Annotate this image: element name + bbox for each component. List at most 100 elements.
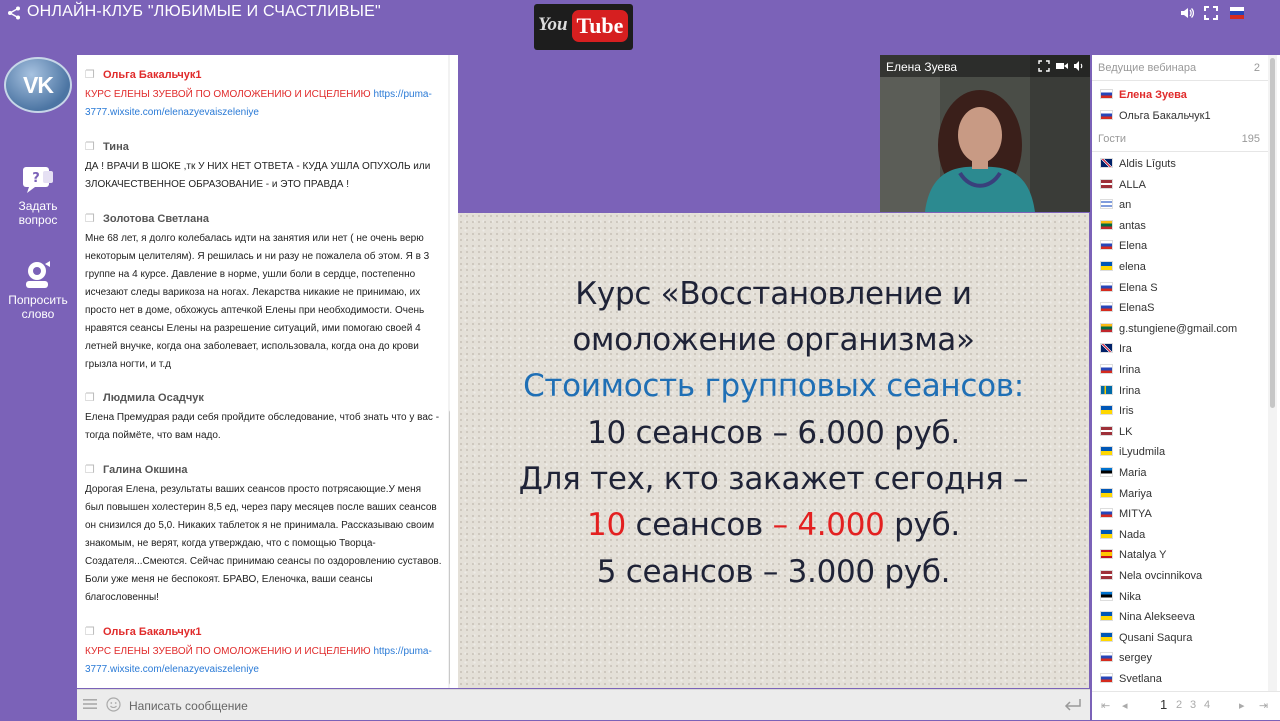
participant-guest[interactable]: g.stungiene@gmail.com bbox=[1100, 322, 1237, 343]
quote-icon[interactable]: ❐ bbox=[85, 391, 97, 405]
participant-guest[interactable]: Aldis Līguts bbox=[1100, 158, 1176, 178]
slide-line-5: Для тех, кто закажет сегодня – bbox=[518, 461, 1029, 497]
fullscreen-icon[interactable] bbox=[1203, 5, 1219, 21]
ask-question-button[interactable]: ? Задать вопрос bbox=[0, 165, 76, 227]
quote-icon[interactable]: ❐ bbox=[85, 463, 97, 477]
svg-text:?: ? bbox=[32, 171, 40, 186]
flag-es-icon bbox=[1100, 549, 1113, 560]
request-word-label-2: слово bbox=[21, 307, 55, 321]
participant-guest[interactable]: MITYA bbox=[1100, 508, 1152, 528]
participant-guest[interactable]: elena bbox=[1100, 261, 1146, 281]
message-author[interactable]: Ольга Бакальчук1 bbox=[103, 69, 201, 81]
participant-name: Irina bbox=[1119, 384, 1141, 397]
volume-icon[interactable] bbox=[1179, 5, 1195, 21]
first-page-icon[interactable]: ⇤ bbox=[1101, 699, 1110, 712]
flag-gb-icon bbox=[1100, 158, 1113, 168]
participant-guest[interactable]: Mariya bbox=[1100, 487, 1152, 508]
menu-icon[interactable] bbox=[83, 698, 97, 710]
participant-guest[interactable]: ALLA bbox=[1100, 178, 1146, 199]
participant-name: Elena bbox=[1119, 240, 1148, 253]
message-line: Елена Премудрая ради себя пройдите обсле… bbox=[85, 412, 440, 423]
message-link[interactable]: https://puma- bbox=[373, 646, 431, 657]
video-toolbar: Елена Зуева bbox=[880, 55, 1090, 77]
participant-guest[interactable]: LK bbox=[1100, 425, 1132, 446]
youtube-logo[interactable]: You Tube bbox=[534, 4, 633, 50]
participant-name: Nina Alekseeva bbox=[1119, 611, 1195, 624]
page-3[interactable]: 3 bbox=[1190, 699, 1196, 711]
page-1[interactable]: 1 bbox=[1160, 697, 1167, 712]
participant-guest[interactable]: Svetlana bbox=[1100, 673, 1162, 691]
page-2[interactable]: 2 bbox=[1176, 699, 1182, 711]
chat-panel: ❐ Ольга Бакальчук1 КУРС ЕЛЕНЫ ЗУЕВОЙ ПО О… bbox=[77, 55, 456, 688]
participant-guest[interactable]: Nika bbox=[1100, 590, 1142, 611]
participant-host[interactable]: Елена Зуева bbox=[1100, 89, 1187, 109]
presenter-video[interactable]: Елена Зуева bbox=[880, 55, 1090, 212]
camera-icon[interactable] bbox=[1056, 60, 1068, 72]
vk-logo-text: VK bbox=[23, 72, 54, 98]
message-link[interactable]: 3777.wixsite.com/elenazyevaiszeleniye bbox=[85, 107, 259, 118]
quote-icon[interactable]: ❐ bbox=[85, 68, 97, 82]
message-input[interactable] bbox=[127, 696, 1011, 716]
message-line: Боли уже меня не беспокоят. БРАВО, Елено… bbox=[85, 574, 373, 585]
participant-name: Maria bbox=[1119, 467, 1147, 479]
video-volume-icon[interactable] bbox=[1073, 60, 1085, 72]
participant-guest[interactable]: Nina Alekseeva bbox=[1100, 611, 1195, 631]
last-page-icon[interactable]: ⇥ bbox=[1259, 699, 1268, 712]
participant-guest[interactable]: Nada bbox=[1100, 528, 1145, 549]
chat-messages: ❐ Ольга Бакальчук1 КУРС ЕЛЕНЫ ЗУЕВОЙ ПО О… bbox=[77, 55, 449, 688]
expand-icon[interactable] bbox=[1038, 60, 1050, 72]
participants-scrollbar[interactable] bbox=[1268, 55, 1277, 691]
flag-ua-icon bbox=[1100, 261, 1113, 271]
prev-page-icon[interactable]: ◂ bbox=[1122, 699, 1128, 712]
language-flag-ru-icon[interactable] bbox=[1229, 5, 1245, 21]
smiley-icon[interactable] bbox=[106, 697, 121, 712]
youtube-logo-you: You bbox=[538, 14, 568, 35]
participant-guest[interactable]: Elena bbox=[1100, 240, 1147, 260]
participant-guest[interactable]: Elena S bbox=[1100, 281, 1158, 302]
participant-guest[interactable]: Iris bbox=[1100, 405, 1134, 425]
message-link[interactable]: https://puma- bbox=[373, 89, 431, 100]
flag-lt-icon bbox=[1100, 322, 1113, 333]
message-author[interactable]: Галина Окшина bbox=[103, 464, 188, 476]
message-link[interactable]: 3777.wixsite.com/elenazyevaiszeleniye bbox=[85, 664, 259, 675]
quote-icon[interactable]: ❐ bbox=[85, 140, 97, 154]
participants-scrollbar-thumb[interactable] bbox=[1270, 58, 1275, 408]
participant-name: Aldis Līguts bbox=[1119, 158, 1176, 170]
participant-guest[interactable]: sergey bbox=[1100, 652, 1152, 672]
participant-guest[interactable]: iLyudmila bbox=[1100, 446, 1165, 466]
participant-guest[interactable]: an bbox=[1100, 199, 1131, 219]
participant-name: Elena S bbox=[1119, 281, 1158, 294]
message-text: КУРС ЕЛЕНЫ ЗУЕВОЙ ПО ОМОЛОЖЕНИЮ И ИСЦЕЛЕ… bbox=[85, 89, 371, 100]
request-word-button[interactable]: Попросить слово bbox=[0, 259, 76, 321]
participant-guest[interactable]: Nela ovcinnikova bbox=[1100, 570, 1202, 590]
message-author[interactable]: Золотова Светлана bbox=[103, 213, 209, 225]
slide-line-7: 5 сеансов – 3.000 руб. bbox=[596, 554, 951, 590]
participant-guest[interactable]: Qusani Saqura bbox=[1100, 631, 1192, 652]
message-author[interactable]: Людмила Осадчук bbox=[103, 392, 204, 404]
quote-icon[interactable]: ❐ bbox=[85, 212, 97, 226]
participant-guest[interactable]: Ira bbox=[1100, 343, 1132, 363]
message-line: был повышен холестерин 8,5 ед, через пар… bbox=[85, 502, 437, 513]
participant-guest[interactable]: Irina bbox=[1100, 384, 1141, 405]
divider bbox=[1092, 80, 1268, 81]
participant-guest[interactable]: Natalya Y bbox=[1100, 549, 1167, 569]
participant-host[interactable]: Ольга Бакальчук1 bbox=[1100, 110, 1211, 130]
participant-name: elena bbox=[1119, 261, 1146, 273]
participant-guest[interactable]: Irina bbox=[1100, 364, 1140, 384]
message-author[interactable]: Тина bbox=[103, 141, 129, 153]
quote-icon[interactable]: ❐ bbox=[85, 625, 97, 639]
flag-gb-icon bbox=[1100, 343, 1113, 354]
participant-name: Nika bbox=[1119, 590, 1142, 603]
vk-logo[interactable]: VK bbox=[4, 57, 72, 113]
participant-name: an bbox=[1119, 199, 1132, 212]
next-page-icon[interactable]: ▸ bbox=[1239, 699, 1245, 712]
participant-guest[interactable]: ElenaS bbox=[1100, 302, 1154, 322]
share-icon[interactable] bbox=[7, 6, 21, 20]
page-4[interactable]: 4 bbox=[1204, 699, 1210, 711]
participant-name: iLyudmila bbox=[1119, 446, 1166, 459]
participant-guest[interactable]: antas bbox=[1100, 219, 1146, 240]
message-author[interactable]: Ольга Бакальчук1 bbox=[103, 626, 201, 638]
flag-ua-icon bbox=[1100, 611, 1113, 622]
participant-guest[interactable]: Maria bbox=[1100, 467, 1147, 487]
send-enter-icon[interactable] bbox=[1064, 698, 1082, 712]
